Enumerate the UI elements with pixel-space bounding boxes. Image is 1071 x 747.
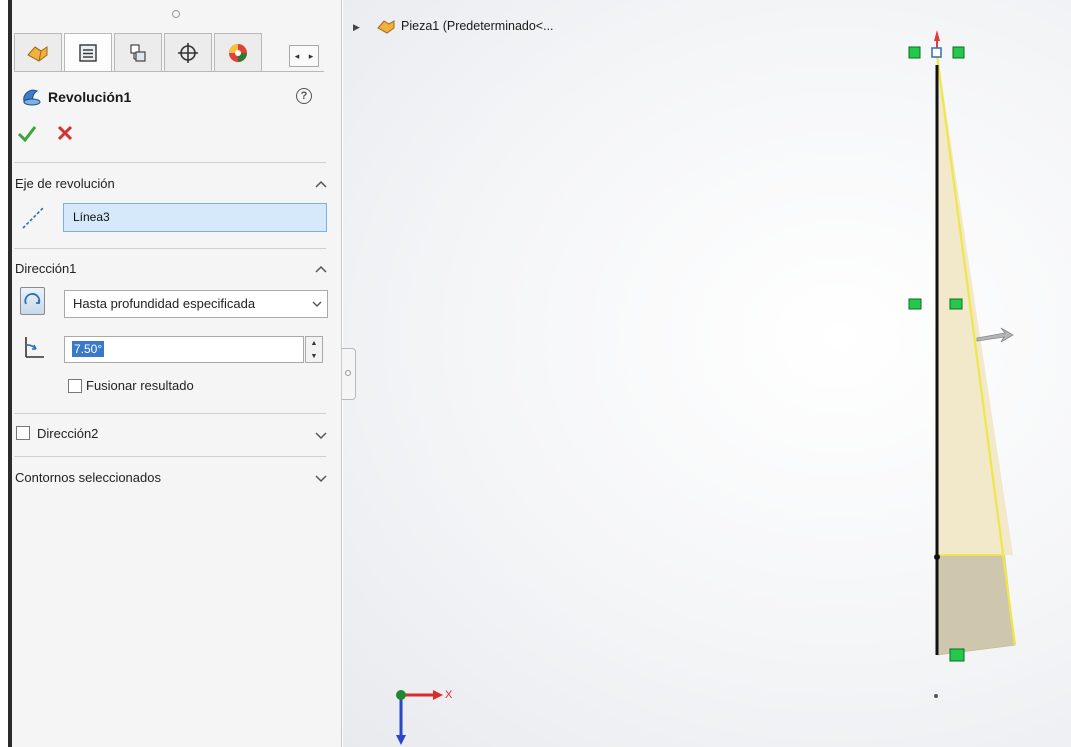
chevron-down-icon[interactable] bbox=[315, 430, 327, 440]
tab-featuremanager[interactable] bbox=[14, 33, 62, 71]
tab-dimxpert[interactable] bbox=[164, 33, 212, 71]
tabs-divider bbox=[14, 71, 324, 72]
angle-spinner[interactable]: ▲ ▼ bbox=[305, 336, 323, 363]
coordinate-triad: X bbox=[396, 689, 453, 745]
chevron-up-icon[interactable] bbox=[315, 179, 327, 189]
scroll-left-icon[interactable]: ◂ bbox=[295, 51, 300, 62]
reverse-direction-button[interactable] bbox=[20, 287, 45, 315]
axis-selection-field[interactable]: Línea3 bbox=[63, 203, 327, 232]
feature-title: Revolución1 bbox=[48, 89, 132, 105]
chevron-up-icon[interactable] bbox=[315, 264, 327, 274]
merge-result-checkbox[interactable] bbox=[68, 379, 82, 393]
divider bbox=[14, 248, 326, 249]
cancel-x-icon[interactable] bbox=[54, 122, 76, 144]
scroll-right-icon[interactable]: ▸ bbox=[309, 51, 314, 62]
help-icon[interactable]: ? bbox=[296, 88, 312, 104]
section-axis-title[interactable]: Eje de revolución bbox=[15, 176, 115, 191]
revolve-preview[interactable] bbox=[895, 25, 1035, 675]
section-direction2-title[interactable]: Dirección2 bbox=[37, 426, 98, 441]
divider bbox=[14, 413, 326, 414]
tab-scroll-arrows[interactable]: ◂ ▸ bbox=[289, 45, 319, 67]
featuremanager-icon bbox=[27, 45, 48, 62]
tab-propertymanager[interactable] bbox=[64, 33, 112, 71]
section-selected-contours-title[interactable]: Contornos seleccionados bbox=[15, 470, 161, 485]
chevron-down-icon[interactable] bbox=[315, 473, 327, 483]
divider bbox=[14, 456, 326, 457]
spin-up-icon[interactable]: ▲ bbox=[306, 337, 322, 350]
direction2-checkbox[interactable] bbox=[16, 426, 30, 440]
collapse-grip-icon[interactable] bbox=[345, 370, 351, 376]
angle-value[interactable]: 7.50° bbox=[72, 341, 105, 357]
solidworks-window: ◂ ▸ Revolución1 ? Eje de revolución Líne… bbox=[0, 0, 1071, 747]
divider bbox=[14, 162, 326, 163]
section-direction1-title[interactable]: Dirección1 bbox=[15, 261, 76, 276]
tab-configurationmanager[interactable] bbox=[114, 33, 162, 71]
tree-expand-icon[interactable]: ▶ bbox=[353, 22, 360, 33]
property-manager-panel bbox=[12, 0, 342, 747]
chevron-down-icon[interactable] bbox=[312, 300, 322, 308]
reverse-direction-icon bbox=[24, 293, 41, 305]
propertymanager-icon bbox=[79, 43, 97, 62]
feature-header: Revolución1 bbox=[20, 86, 131, 108]
merge-result-label[interactable]: Fusionar resultado bbox=[86, 378, 194, 393]
manager-tabs bbox=[14, 33, 262, 71]
panel-grip-icon[interactable] bbox=[172, 10, 180, 18]
display-manager-icon bbox=[229, 43, 247, 62]
direction-type-select[interactable]: Hasta profundidad especificada bbox=[64, 290, 328, 318]
configurationmanager-icon bbox=[130, 43, 146, 62]
spin-down-icon[interactable]: ▼ bbox=[306, 350, 322, 363]
part-icon bbox=[377, 20, 395, 34]
feature-tree-part-label[interactable]: Pieza1 (Predeterminado<... bbox=[401, 19, 554, 33]
ok-check-icon[interactable] bbox=[16, 122, 38, 144]
triad-x-label: X bbox=[445, 689, 453, 701]
axis-line-icon bbox=[22, 207, 44, 229]
tab-display-manager[interactable] bbox=[214, 33, 262, 71]
dimxpert-icon bbox=[178, 42, 198, 63]
origin-point bbox=[934, 694, 938, 698]
angle-icon bbox=[25, 337, 44, 358]
revolve-feature-icon bbox=[23, 89, 41, 106]
